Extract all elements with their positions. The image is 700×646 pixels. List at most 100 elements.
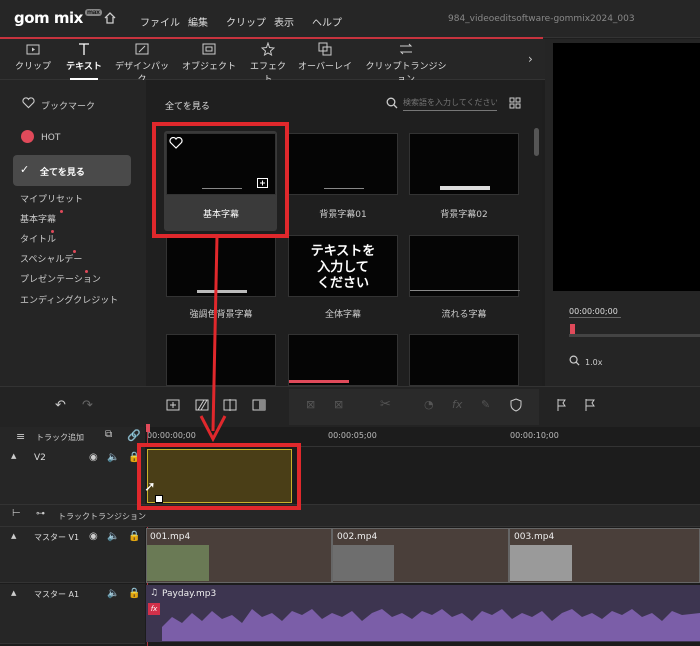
ruler-time: 00:00:05;00 — [328, 431, 377, 440]
template-label: 全体字幕 — [324, 310, 361, 320]
collapse-icon[interactable]: ▲ — [11, 589, 16, 597]
remove-icon[interactable]: ⊠ — [306, 398, 315, 411]
speaker-icon[interactable]: 🔈 — [107, 531, 119, 542]
sidebar-item-title[interactable]: タイトル — [20, 232, 56, 245]
disabled-tools — [289, 389, 539, 425]
new-dot — [73, 250, 76, 253]
speed-icon[interactable]: ◔ — [424, 398, 434, 411]
grid-view-icon[interactable] — [509, 97, 521, 109]
sidebar-item-mypreset[interactable]: マイプリセット — [20, 192, 83, 205]
add-text-icon[interactable] — [166, 398, 180, 412]
transition-track-label: トラックトランジション — [58, 512, 146, 521]
template-sample-text: テキストを 入力して ください — [310, 244, 376, 291]
sidebar-item-bookmark[interactable]: ブックマーク — [41, 99, 95, 112]
template-thumb-bg01[interactable] — [288, 133, 398, 195]
menu-clip[interactable]: クリップ — [226, 14, 266, 29]
home-icon[interactable] — [103, 11, 117, 25]
video-clip-label: 003.mp4 — [514, 532, 555, 542]
undo-icon[interactable]: ↶ — [55, 398, 66, 413]
speaker-icon[interactable]: 🔈 — [107, 452, 119, 463]
sidebar-item-basic-subtitle[interactable]: 基本字幕 — [20, 212, 56, 225]
highlight-box — [152, 122, 289, 238]
menu-file[interactable]: ファイル — [140, 14, 180, 29]
snap-icon[interactable]: ⧉ — [105, 429, 112, 440]
flag-icon[interactable] — [583, 398, 597, 412]
search-icon[interactable] — [386, 97, 398, 109]
scrollbar[interactable] — [534, 128, 539, 156]
tab-overlay[interactable]: オーバーレイ — [298, 39, 352, 79]
content-heading: 全てを見る — [165, 102, 210, 112]
video-clip-label: 002.mp4 — [337, 532, 378, 542]
checkmark-icon: ✓ — [20, 163, 30, 176]
track-v1-label: マスター V1 — [34, 533, 80, 542]
scissors-icon[interactable]: ✂ — [380, 397, 391, 412]
app-logo: gom mix max — [14, 9, 102, 27]
playhead[interactable] — [570, 324, 575, 334]
speaker-icon[interactable]: 🔈 — [107, 588, 119, 599]
track-v2-header — [0, 447, 145, 505]
object-icon — [202, 43, 216, 55]
menu-edit[interactable]: 編集 — [188, 14, 208, 29]
hot-icon — [21, 130, 34, 143]
fx-icon[interactable]: fx — [452, 398, 462, 411]
clip-icon — [26, 44, 40, 55]
sidebar-item-ending-credit[interactable]: エンディングクレジット — [20, 293, 118, 306]
ruler-time: 00:00:00;00 — [147, 431, 196, 440]
lock-icon[interactable]: 🔒 — [128, 588, 140, 599]
remove-gap-icon[interactable]: ⊠ — [334, 398, 343, 411]
pen-icon[interactable]: ✎ — [481, 398, 490, 411]
preview-screen — [553, 43, 700, 291]
sidebar-item-hot[interactable]: HOT — [41, 133, 60, 143]
audio-waveform — [162, 609, 700, 641]
marker-icon[interactable] — [555, 398, 569, 412]
tab-effect[interactable]: エフェクト — [246, 39, 290, 85]
track-a1-label: マスター A1 — [34, 590, 80, 599]
template-label: 背景字幕01 — [319, 210, 367, 220]
video-clip-label: 001.mp4 — [150, 532, 191, 542]
add-track-icon[interactable]: ≡ — [16, 430, 25, 443]
video-thumbnail — [147, 545, 209, 581]
tab-design-pack[interactable]: デザインパック — [112, 39, 172, 85]
sidebar-item-presentation[interactable]: プレゼンテーション — [20, 272, 101, 285]
chain-icon: ⊶ — [36, 509, 45, 519]
new-dot — [51, 230, 54, 233]
audio-clip-label: Payday.mp3 — [162, 589, 217, 599]
link-icon[interactable]: 🔗 — [127, 429, 141, 442]
zoom-icon[interactable] — [569, 355, 580, 366]
new-dot — [60, 210, 63, 213]
template-thumb-scroll[interactable] — [409, 235, 520, 297]
timeline-playhead[interactable] — [146, 424, 150, 432]
arrow-annotation — [199, 236, 227, 442]
sidebar-item-special-day[interactable]: スペシャルデー — [20, 252, 82, 265]
search-input[interactable] — [403, 95, 497, 111]
track-v2-label: V2 — [34, 453, 46, 463]
chevron-right-icon[interactable]: › — [528, 52, 533, 66]
eye-icon[interactable]: ◉ — [89, 452, 98, 463]
text-icon — [79, 43, 89, 55]
seek-bar[interactable] — [569, 334, 700, 337]
add-track-label[interactable]: トラック追加 — [36, 432, 84, 443]
template-thumb[interactable] — [288, 334, 398, 386]
menu-help[interactable]: ヘルプ — [312, 14, 342, 29]
template-thumb-bg02[interactable] — [409, 133, 519, 195]
collapse-icon[interactable]: ▲ — [11, 532, 16, 540]
fx-badge[interactable]: fx — [148, 603, 160, 615]
menu-view[interactable]: 表示 — [274, 14, 294, 29]
split-right-icon[interactable] — [252, 398, 266, 412]
ruler-time: 00:00:10;00 — [510, 431, 559, 440]
tab-clip-transition[interactable]: クリップトランジション — [362, 39, 450, 85]
collapse-icon[interactable]: ▲ — [11, 452, 16, 460]
tab-text[interactable]: テキスト — [62, 39, 106, 80]
music-icon: ♫ — [150, 588, 159, 598]
redo-icon[interactable]: ↷ — [82, 398, 93, 413]
lock-icon[interactable]: 🔒 — [128, 531, 140, 542]
transition-icon: ⊢ — [12, 508, 21, 519]
heart-icon — [22, 97, 35, 109]
template-label: 背景字幕02 — [440, 210, 488, 220]
zoom-level: 1.0x — [585, 358, 603, 367]
eye-icon[interactable]: ◉ — [89, 531, 98, 542]
shield-icon[interactable] — [509, 398, 523, 412]
template-thumb[interactable] — [409, 334, 519, 386]
tab-clip[interactable]: クリップ — [12, 39, 54, 79]
tab-object[interactable]: オブジェクト — [182, 39, 236, 79]
